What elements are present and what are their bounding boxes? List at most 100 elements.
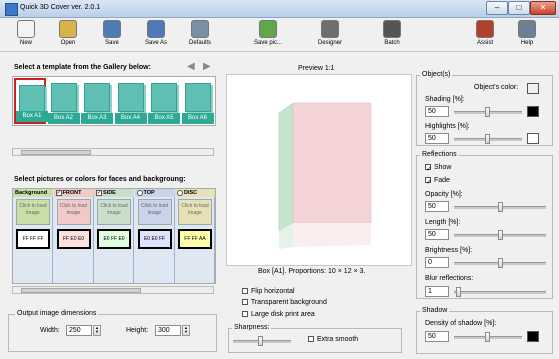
- object-color-swatch[interactable]: [527, 83, 539, 94]
- show-reflection-label: Show: [433, 164, 452, 171]
- face-header[interactable]: ✓ SIDE: [94, 189, 134, 197]
- face-checkbox[interactable]: ✓: [55, 189, 62, 196]
- brightness-slider-knob[interactable]: [498, 258, 503, 268]
- face-column-side: ✓ SIDE Click to load image E0 FF E0: [94, 189, 134, 283]
- gallery-item[interactable]: Box A4: [114, 78, 147, 124]
- large-disk-print-label: Large disk print area: [250, 311, 315, 318]
- face-color-swatch[interactable]: FF FF AA: [178, 229, 212, 249]
- face-color-swatch[interactable]: FF E0 E0: [56, 229, 91, 249]
- save-button[interactable]: Save: [90, 20, 134, 50]
- designer-button[interactable]: Designer: [308, 20, 352, 50]
- blur-slider-track[interactable]: [454, 291, 546, 294]
- face-name: TOP: [143, 190, 155, 196]
- gallery-item[interactable]: Box A1: [14, 78, 48, 124]
- opacity-slider-knob[interactable]: [498, 202, 503, 212]
- gallery-prev-arrow-icon[interactable]: ◀: [187, 61, 195, 72]
- face-color-swatch[interactable]: E0 FF E0: [97, 229, 131, 249]
- extra-smooth-checkbox[interactable]: [308, 336, 314, 343]
- shading-input[interactable]: 50: [425, 106, 449, 117]
- gallery-item[interactable]: Box A6: [181, 78, 214, 124]
- transparent-background-option[interactable]: Transparent background: [242, 299, 327, 306]
- assist-button[interactable]: Assist: [463, 20, 507, 50]
- face-load-image-area[interactable]: Click to load image: [178, 199, 212, 225]
- highlights-color-swatch[interactable]: [527, 133, 539, 144]
- open-button[interactable]: Open: [46, 20, 90, 50]
- preview-canvas: [226, 74, 412, 266]
- toolbar-label: Batch: [384, 40, 400, 46]
- show-reflection-option[interactable]: ✓ Show: [425, 164, 452, 173]
- width-input[interactable]: 250: [66, 325, 92, 336]
- gallery-scrollbar-thumb[interactable]: [21, 150, 91, 155]
- batch-button[interactable]: Batch: [370, 20, 414, 50]
- defaults-button[interactable]: Defaults: [178, 20, 222, 50]
- face-checkbox[interactable]: ✓: [96, 189, 102, 196]
- height-spinner[interactable]: ▲ ▼: [182, 325, 190, 336]
- extra-smooth-option[interactable]: Extra smooth: [308, 336, 358, 343]
- face-color-swatch[interactable]: E0 E0 FF: [137, 229, 172, 249]
- face-load-image-area[interactable]: Click to load image: [97, 199, 131, 225]
- gallery-next-arrow-icon[interactable]: ▶: [203, 61, 211, 72]
- width-spinner[interactable]: ▲ ▼: [93, 325, 101, 336]
- highlights-input[interactable]: 50: [425, 133, 449, 144]
- gallery-item[interactable]: Box A3: [81, 78, 113, 124]
- face-header[interactable]: DISC: [175, 189, 215, 197]
- blur-slider-knob[interactable]: [456, 287, 461, 297]
- face-radio[interactable]: [177, 189, 183, 196]
- toolbar-label: Assist: [476, 40, 493, 46]
- box-side-face: [278, 102, 294, 232]
- shading-label: Shading [%]:: [425, 96, 465, 103]
- blur-reflections-input[interactable]: 1: [425, 286, 449, 297]
- highlights-slider-knob[interactable]: [485, 134, 490, 144]
- shadow-density-slider-knob[interactable]: [485, 332, 490, 342]
- fade-reflection-option[interactable]: ✓ Fade: [425, 177, 450, 186]
- face-header[interactable]: ✓ FRONT: [53, 189, 94, 197]
- face-column-top: TOP Click to load image E0 E0 FF: [134, 189, 175, 283]
- save-icon: [103, 20, 121, 38]
- length-input[interactable]: 50: [425, 229, 449, 240]
- sharpness-slider-knob[interactable]: [258, 336, 263, 346]
- transparent-background-checkbox[interactable]: [242, 299, 248, 306]
- new-button[interactable]: New: [4, 20, 48, 50]
- face-radio[interactable]: [136, 189, 143, 196]
- shading-color-swatch[interactable]: [527, 106, 539, 117]
- face-load-image-area[interactable]: Click to load image: [16, 199, 50, 225]
- face-header[interactable]: TOP: [134, 189, 175, 197]
- minimize-button[interactable]: –: [486, 1, 508, 15]
- app-icon: [5, 3, 18, 16]
- gallery-scrollbar[interactable]: [12, 148, 214, 156]
- box-thumbnail: [19, 85, 45, 114]
- faces-scrollbar[interactable]: [12, 286, 214, 294]
- help-button[interactable]: Help: [505, 20, 549, 50]
- face-color-swatch[interactable]: FF FF FF: [16, 229, 50, 249]
- flip-horizontal-checkbox[interactable]: [242, 288, 248, 295]
- objects-title: Object(s): [420, 71, 453, 78]
- height-input[interactable]: 300: [155, 325, 181, 336]
- face-header[interactable]: Background: [13, 189, 53, 197]
- gallery-item[interactable]: Box A2: [47, 78, 80, 124]
- flip-horizontal-option[interactable]: Flip horizontal: [242, 288, 295, 295]
- box-thumbnail: [84, 83, 110, 112]
- close-button[interactable]: ✕: [530, 1, 556, 15]
- shadow-density-input[interactable]: 50: [425, 331, 449, 342]
- large-disk-print-checkbox[interactable]: [242, 311, 248, 318]
- large-disk-print-option[interactable]: Large disk print area: [242, 311, 315, 318]
- save-pic-button[interactable]: Save pic...: [246, 20, 290, 50]
- box-preview-image: [278, 102, 372, 249]
- face-load-image-area[interactable]: Click to load image: [56, 199, 91, 225]
- reflections-title: Reflections: [420, 151, 459, 158]
- gallery-item[interactable]: Box A5: [148, 78, 180, 124]
- shadow-density-label: Density of shadow [%]:: [425, 320, 497, 327]
- shadow-color-swatch[interactable]: [527, 331, 539, 342]
- length-slider-knob[interactable]: [498, 230, 503, 240]
- designer-icon: [321, 20, 339, 38]
- opacity-input[interactable]: 50: [425, 201, 449, 212]
- show-reflection-checkbox[interactable]: ✓: [425, 164, 432, 173]
- brightness-input[interactable]: 0: [425, 257, 449, 268]
- faces-scrollbar-thumb[interactable]: [21, 288, 141, 293]
- save-as-button[interactable]: Save As: [134, 20, 178, 50]
- maximize-button[interactable]: □: [508, 1, 530, 15]
- face-load-image-area[interactable]: Click to load image: [137, 199, 172, 225]
- shading-slider-knob[interactable]: [485, 107, 490, 117]
- window-title: Quick 3D Cover ver. 2.0.1: [20, 4, 101, 11]
- fade-reflection-checkbox[interactable]: ✓: [425, 177, 432, 186]
